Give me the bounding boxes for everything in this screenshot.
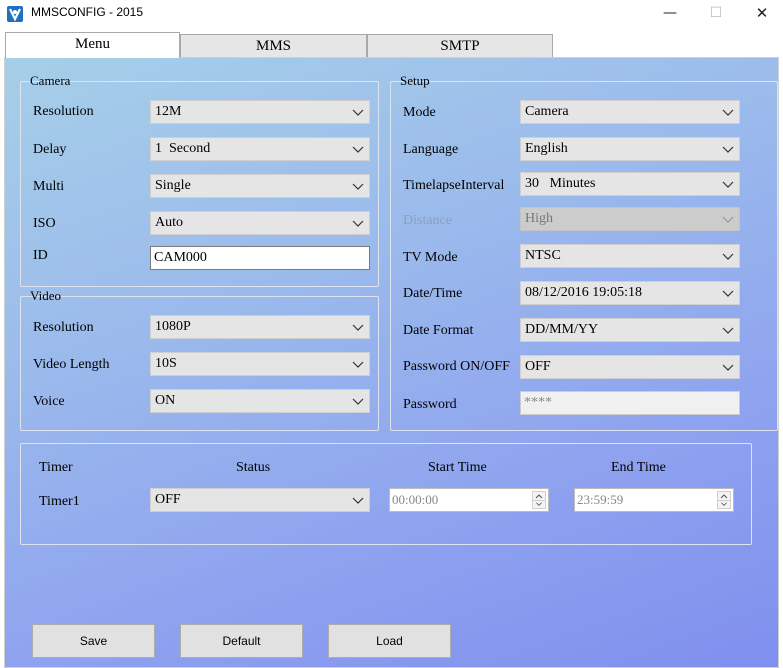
timer1-label: Timer1 (39, 494, 80, 509)
chevron-down-icon (722, 146, 734, 153)
chevron-down-icon (352, 497, 364, 504)
setup-group-title: Setup (400, 73, 430, 88)
tv-mode-value: NTSC (525, 248, 561, 263)
status-header: Status (236, 460, 271, 475)
spin-up-icon[interactable] (533, 492, 545, 500)
mode-value: Camera (525, 104, 569, 119)
load-button[interactable]: Load (328, 624, 451, 658)
chevron-down-icon (722, 109, 734, 116)
mode-label: Mode (403, 105, 436, 120)
menu-panel: Camera Resolution 12M Delay 1 Second Mul… (4, 57, 779, 668)
camera-resolution-select[interactable]: 12M (150, 100, 370, 124)
default-button[interactable]: Default (180, 624, 303, 658)
timelapse-interval-label: TimelapseInterval (403, 178, 505, 193)
chevron-down-icon (352, 183, 364, 190)
timer1-status-select[interactable]: OFF (150, 488, 370, 512)
video-resolution-label: Resolution (33, 320, 94, 335)
chevron-down-icon (722, 290, 734, 297)
password-label: Password (403, 397, 457, 412)
tv-mode-label: TV Mode (403, 250, 458, 265)
title-bar: MMSCONFIG - 2015 — ☐ ✕ (0, 0, 783, 28)
distance-select: High (520, 207, 740, 231)
tab-mms[interactable]: MMS (180, 34, 367, 58)
password-onoff-value: OFF (525, 359, 551, 374)
spin-down-icon[interactable] (718, 500, 730, 508)
date-format-value: DD/MM/YY (525, 322, 599, 337)
delay-select[interactable]: 1 Second (150, 137, 370, 161)
voice-value: ON (155, 393, 176, 408)
camera-resolution-label: Resolution (33, 104, 94, 119)
password-onoff-select[interactable]: OFF (520, 355, 740, 379)
delay-value: 1 Second (155, 141, 211, 156)
save-button[interactable]: Save (32, 624, 155, 658)
password-onoff-label: Password ON/OFF (403, 359, 510, 374)
timer1-end-time-input[interactable]: 23:59:59 (574, 488, 734, 512)
timelapse-interval-value: 30 Minutes (525, 176, 596, 191)
tab-smtp[interactable]: SMTP (367, 34, 553, 58)
video-length-value: 10S (155, 356, 177, 371)
chevron-down-icon (722, 216, 734, 223)
start-time-spinner[interactable] (532, 491, 546, 509)
chevron-down-icon (722, 253, 734, 260)
chevron-down-icon (722, 181, 734, 188)
camera-group-title: Camera (30, 73, 71, 88)
app-icon (7, 6, 23, 22)
end-time-spinner[interactable] (717, 491, 731, 509)
camera-resolution-value: 12M (155, 104, 182, 119)
chevron-down-icon (352, 361, 364, 368)
delay-label: Delay (33, 142, 67, 157)
datetime-value: 08/12/2016 19:05:18 (525, 285, 643, 300)
video-length-select[interactable]: 10S (150, 352, 370, 376)
timer-header: Timer (39, 460, 73, 475)
datetime-picker[interactable]: 08/12/2016 19:05:18 (520, 281, 740, 305)
voice-label: Voice (33, 394, 65, 409)
timer1-start-time-input[interactable]: 00:00:00 (389, 488, 549, 512)
distance-label: Distance (403, 213, 452, 228)
end-time-header: End Time (611, 460, 666, 475)
iso-value: Auto (155, 215, 183, 230)
id-input[interactable]: CAM000 (150, 246, 370, 270)
close-button[interactable]: ✕ (739, 0, 783, 28)
chevron-down-icon (352, 220, 364, 227)
chevron-down-icon (352, 324, 364, 331)
maximize-button[interactable]: ☐ (693, 0, 739, 28)
date-format-select[interactable]: DD/MM/YY (520, 318, 740, 342)
chevron-down-icon (352, 146, 364, 153)
video-group-title: Video (30, 288, 61, 303)
id-label: ID (33, 248, 48, 263)
chevron-down-icon (722, 364, 734, 371)
tv-mode-select[interactable]: NTSC (520, 244, 740, 268)
video-resolution-select[interactable]: 1080P (150, 315, 370, 339)
spin-up-icon[interactable] (718, 492, 730, 500)
chevron-down-icon (352, 109, 364, 116)
voice-select[interactable]: ON (150, 389, 370, 413)
datetime-label: Date/Time (403, 286, 463, 301)
timer1-end-time-value: 23:59:59 (577, 492, 624, 507)
password-input[interactable]: **** (520, 391, 740, 415)
iso-select[interactable]: Auto (150, 211, 370, 235)
tab-menu[interactable]: Menu (5, 32, 180, 58)
timer1-status-value: OFF (155, 492, 181, 507)
timelapse-interval-select[interactable]: 30 Minutes (520, 172, 740, 196)
multi-select[interactable]: Single (150, 174, 370, 198)
video-resolution-value: 1080P (155, 319, 191, 334)
chevron-down-icon (352, 398, 364, 405)
language-select[interactable]: English (520, 137, 740, 161)
multi-value: Single (155, 178, 191, 193)
chevron-down-icon (722, 327, 734, 334)
iso-label: ISO (33, 216, 56, 231)
multi-label: Multi (33, 179, 65, 194)
spin-down-icon[interactable] (533, 500, 545, 508)
minimize-button[interactable]: — (647, 0, 693, 28)
start-time-header: Start Time (428, 460, 487, 475)
language-value: English (525, 141, 568, 156)
timer1-start-time-value: 00:00:00 (392, 492, 439, 507)
mode-select[interactable]: Camera (520, 100, 740, 124)
video-length-label: Video Length (33, 357, 110, 372)
date-format-label: Date Format (403, 323, 474, 338)
distance-value: High (525, 211, 553, 226)
language-label: Language (403, 142, 459, 157)
window-title: MMSCONFIG - 2015 (31, 5, 144, 19)
